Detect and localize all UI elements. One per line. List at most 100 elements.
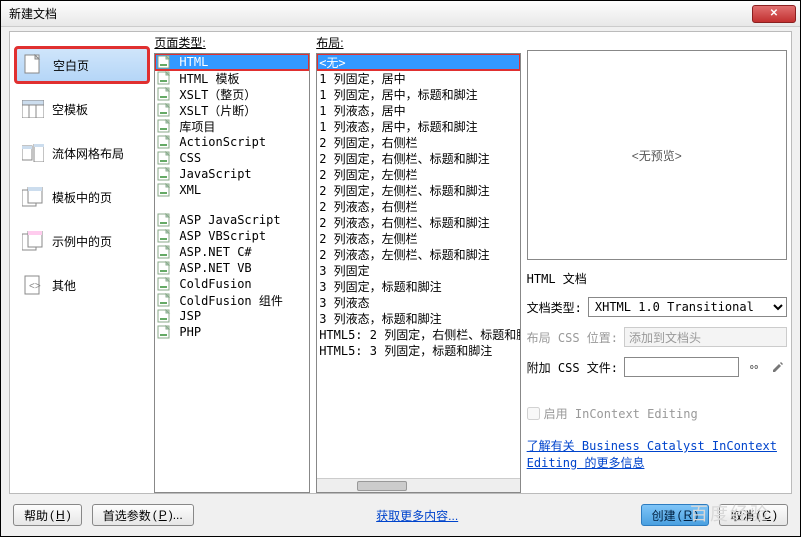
- sidebar-item-label: 模板中的页: [52, 189, 112, 206]
- sidebar-item-label: 空模板: [52, 101, 88, 118]
- sidebar-item-fluid-grid[interactable]: 流体网格布局: [16, 136, 148, 170]
- incontext-learn-more-link[interactable]: 了解有关 Business Catalyst InContext Editing…: [527, 438, 787, 472]
- page-type-item[interactable]: JSP: [155, 308, 309, 324]
- sidebar-item-blank-page[interactable]: 空白页: [16, 48, 148, 82]
- layout-item[interactable]: 2 列固定，右侧栏、标题和脚注: [317, 150, 519, 166]
- layout-item[interactable]: HTML5: 3 列固定，标题和脚注: [317, 342, 519, 358]
- list-item-label: 3 列固定，标题和脚注: [319, 278, 441, 295]
- file-icon: [157, 183, 173, 197]
- list-item-label: 2 列固定，左侧栏: [319, 166, 417, 183]
- right-info: HTML 文档 文档类型: XHTML 1.0 Transitional 布局 …: [527, 270, 787, 472]
- page-type-item[interactable]: ASP VBScript: [155, 228, 309, 244]
- page-type-item[interactable]: ASP.NET VB: [155, 260, 309, 276]
- page-type-item[interactable]: XML: [155, 182, 309, 198]
- list-item-label: <无>: [319, 54, 345, 71]
- help-button[interactable]: 帮助(H): [13, 504, 82, 526]
- page-type-pane: 页面类型: HTMLHTML 模板XSLT（整页）XSLT（片断）库项目Acti…: [154, 32, 310, 493]
- file-icon: [157, 87, 173, 101]
- layout-item[interactable]: 3 列固定: [317, 262, 519, 278]
- file-icon: [157, 55, 173, 69]
- css-position-row: 布局 CSS 位置:: [527, 327, 787, 347]
- blank-page-icon: [23, 54, 45, 76]
- page-type-item[interactable]: XSLT（片断）: [155, 102, 309, 118]
- horizontal-scrollbar[interactable]: [317, 478, 519, 492]
- layout-item[interactable]: 3 列固定，标题和脚注: [317, 278, 519, 294]
- layout-item[interactable]: HTML5: 2 列固定，右侧栏、标题和脚注: [317, 326, 519, 342]
- layout-item[interactable]: 2 列液态，右侧栏、标题和脚注: [317, 214, 519, 230]
- list-item-label: ColdFusion 组件: [179, 292, 282, 309]
- list-item-label: JSP: [179, 309, 201, 323]
- layout-item[interactable]: 1 列液态，居中: [317, 102, 519, 118]
- list-item-label: HTML5: 2 列固定，右侧栏、标题和脚注: [319, 326, 519, 343]
- page-type-item[interactable]: ASP.NET C#: [155, 244, 309, 260]
- blank-template-icon: [22, 98, 44, 120]
- attach-css-box[interactable]: [624, 357, 739, 377]
- sidebar-item-other[interactable]: <> 其他: [16, 268, 148, 302]
- doctype-select[interactable]: XHTML 1.0 Transitional: [588, 297, 787, 317]
- layout-item[interactable]: 2 列固定，左侧栏: [317, 166, 519, 182]
- get-more-content-link[interactable]: 获取更多内容...: [376, 507, 458, 524]
- preferences-button[interactable]: 首选参数(P)...: [92, 504, 194, 526]
- sample-page-icon: [22, 230, 44, 252]
- page-type-item[interactable]: JavaScript: [155, 166, 309, 182]
- list-item-label: ASP.NET C#: [179, 245, 251, 259]
- list-item-label: ASP VBScript: [179, 229, 266, 243]
- incontext-checkbox: [527, 407, 540, 420]
- attach-css-label: 附加 CSS 文件:: [527, 359, 618, 376]
- edit-css-icon[interactable]: [769, 358, 787, 376]
- list-item-label: 3 列液态，标题和脚注: [319, 310, 441, 327]
- page-type-item[interactable]: HTML 模板: [155, 70, 309, 86]
- incontext-label: 启用 InContext Editing: [544, 405, 698, 422]
- page-type-item[interactable]: 库项目: [155, 118, 309, 134]
- layout-item[interactable]: 1 列固定，居中: [317, 70, 519, 86]
- list-item-label: XSLT（片断）: [179, 102, 256, 119]
- page-type-item[interactable]: CSS: [155, 150, 309, 166]
- page-type-label: 页面类型:: [154, 32, 310, 53]
- svg-text:<>: <>: [29, 281, 41, 292]
- page-type-item[interactable]: XSLT（整页）: [155, 86, 309, 102]
- layout-pane: 布局: <无>1 列固定，居中1 列固定，居中，标题和脚注1 列液态，居中1 列…: [316, 32, 520, 493]
- button-bar: 帮助(H) 首选参数(P)... 获取更多内容... 创建(R) 取消(C): [13, 502, 788, 528]
- link-css-icon[interactable]: [745, 358, 763, 376]
- layout-item[interactable]: 2 列固定，左侧栏、标题和脚注: [317, 182, 519, 198]
- page-type-item[interactable]: ColdFusion: [155, 276, 309, 292]
- category-sidebar: 空白页 空模板 流体网格布局 模板中的页: [10, 32, 154, 493]
- new-document-dialog: 新建文档 ✕ 空白页 空模板 流体网格布局: [0, 0, 801, 537]
- layout-item[interactable]: 1 列液态，居中，标题和脚注: [317, 118, 519, 134]
- page-type-listbox[interactable]: HTMLHTML 模板XSLT（整页）XSLT（片断）库项目ActionScri…: [154, 53, 310, 493]
- list-item-label: 1 列固定，居中，标题和脚注: [319, 86, 477, 103]
- layout-item[interactable]: 2 列液态，左侧栏: [317, 230, 519, 246]
- layout-item[interactable]: 1 列固定，居中，标题和脚注: [317, 86, 519, 102]
- sidebar-item-sample-page[interactable]: 示例中的页: [16, 224, 148, 258]
- list-item-label: 3 列固定: [319, 262, 369, 279]
- page-type-item[interactable]: ActionScript: [155, 134, 309, 150]
- create-button[interactable]: 创建(R): [641, 504, 710, 526]
- scrollbar-thumb[interactable]: [357, 481, 407, 491]
- file-icon: [157, 151, 173, 165]
- page-type-item[interactable]: PHP: [155, 324, 309, 340]
- layout-item[interactable]: 2 列固定，右侧栏: [317, 134, 519, 150]
- cancel-button[interactable]: 取消(C): [719, 504, 788, 526]
- page-type-item[interactable]: ColdFusion 组件: [155, 292, 309, 308]
- layout-item[interactable]: 3 列液态，标题和脚注: [317, 310, 519, 326]
- layout-listbox[interactable]: <无>1 列固定，居中1 列固定，居中，标题和脚注1 列液态，居中1 列液态，居…: [316, 53, 520, 493]
- page-type-item[interactable]: HTML: [155, 54, 309, 70]
- sidebar-item-blank-template[interactable]: 空模板: [16, 92, 148, 126]
- layout-item[interactable]: 3 列液态: [317, 294, 519, 310]
- layout-item[interactable]: 2 列液态，左侧栏、标题和脚注: [317, 246, 519, 262]
- list-item-label: PHP: [179, 325, 201, 339]
- layout-item[interactable]: 2 列液态，右侧栏: [317, 198, 519, 214]
- preview-box: <无预览>: [527, 50, 787, 260]
- sidebar-item-template-page[interactable]: 模板中的页: [16, 180, 148, 214]
- titlebar: 新建文档 ✕: [1, 1, 800, 27]
- sidebar-item-label: 示例中的页: [52, 233, 112, 250]
- layout-item[interactable]: <无>: [317, 54, 519, 70]
- file-icon: [157, 71, 173, 85]
- page-type-item[interactable]: ASP JavaScript: [155, 212, 309, 228]
- file-icon: [157, 213, 173, 227]
- close-button[interactable]: ✕: [752, 5, 796, 23]
- list-item-label: JavaScript: [179, 167, 251, 181]
- list-item-label: 库项目: [179, 118, 215, 135]
- sidebar-item-label: 流体网格布局: [52, 145, 124, 162]
- file-icon: [157, 135, 173, 149]
